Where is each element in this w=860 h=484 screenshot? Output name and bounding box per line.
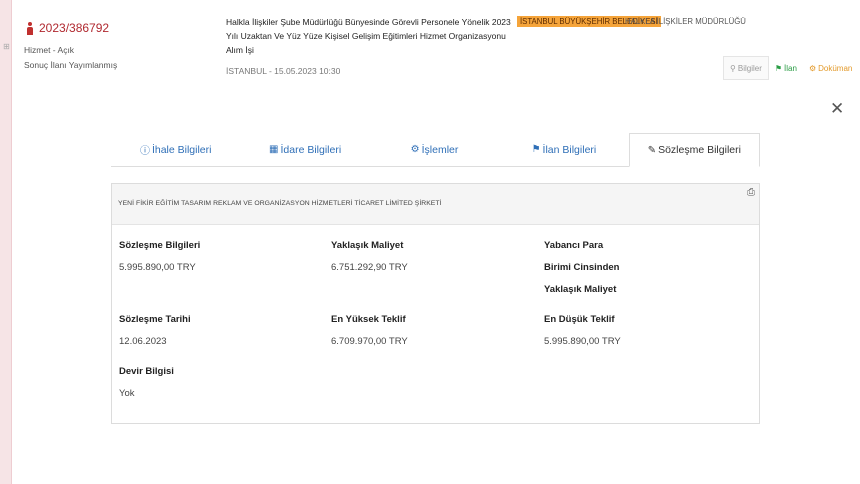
lowest-bid-value: 5.995.890,00 TRY: [544, 336, 621, 347]
tab-label: İhale Bilgileri: [151, 143, 212, 156]
info-link[interactable]: ⚲ Bilgiler: [723, 56, 769, 80]
transfer-label: Devir Bilgisi: [119, 366, 174, 377]
contract-info-value: 5.995.890,00 TRY: [119, 262, 196, 273]
bullhorn-icon: ⚑: [531, 144, 541, 155]
tender-type: Hizmet - Açık: [24, 45, 75, 55]
tab-label: İlan Bilgileri: [542, 143, 597, 156]
institution-department: HALKLA İLİŞKİLER MÜDÜRLÜĞÜ: [625, 17, 746, 26]
foreign-currency-label-3: Yaklaşık Maliyet: [544, 284, 617, 295]
close-icon[interactable]: ✕: [830, 99, 844, 119]
foreign-currency-label-1: Yabancı Para: [544, 240, 604, 251]
contract-date-value: 12.06.2023: [119, 336, 167, 347]
edit-icon: ✎: [647, 144, 657, 156]
tab-label: İşlemler: [421, 143, 459, 156]
approx-cost-value: 6.751.292,90 TRY: [331, 262, 408, 273]
contract-info-label: Sözleşme Bilgileri: [119, 240, 201, 251]
tender-number-text: 2023/386792: [39, 21, 110, 35]
tab-idare-bilgileri[interactable]: ▦ İdare Bilgileri: [240, 133, 369, 166]
info-link-label: Bilgiler: [737, 63, 762, 73]
lowest-bid-label: En Düşük Teklif: [544, 314, 615, 325]
person-icon: [26, 21, 34, 35]
tab-ilan-bilgileri[interactable]: ⚑ İlan Bilgileri: [499, 133, 628, 166]
printer-icon[interactable]: ⎙: [747, 187, 755, 198]
highest-bid-value: 6.709.970,00 TRY: [331, 336, 408, 347]
contract-panel: YENİ FİKİR EĞİTİM TASARIM REKLAM VE ORGA…: [111, 183, 760, 424]
detail-tabs: ⓘ İhale Bilgileri ▦ İdare Bilgileri ⚙ İş…: [111, 133, 761, 167]
bullhorn-icon: ⚑: [774, 63, 783, 73]
top-links: ⚲ Bilgiler ⚑ İlan ⚙ Doküman: [723, 56, 858, 80]
tender-title: Halkla İlişkiler Şube Müdürlüğü Bünyesin…: [226, 17, 511, 55]
contract-date-label: Sözleşme Tarihi: [119, 314, 191, 325]
tab-sozlesme-bilgileri[interactable]: ✎ Sözleşme Bilgileri: [628, 133, 761, 167]
contractor-name: YENİ FİKİR EĞİTİM TASARIM REKLAM VE ORGA…: [118, 200, 442, 207]
tab-islemler[interactable]: ⚙ İşlemler: [370, 133, 499, 166]
highest-bid-label: En Yüksek Teklif: [331, 314, 406, 325]
document-link-label: Doküman: [818, 63, 853, 73]
building-icon: ▦: [269, 144, 279, 155]
search-icon: ⚲: [730, 63, 736, 73]
document-link[interactable]: ⚙ Doküman: [803, 56, 858, 80]
transfer-value: Yok: [119, 388, 135, 399]
document-icon: ⚙: [808, 63, 817, 73]
announcement-link[interactable]: ⚑ İlan: [769, 56, 803, 80]
tab-label: Sözleşme Bilgileri: [658, 144, 741, 156]
foreign-currency-label-2: Birimi Cinsinden: [544, 262, 620, 273]
cogs-icon: ⚙: [410, 144, 420, 155]
tender-status: Sonuç İlanı Yayımlanmış: [24, 60, 118, 70]
contract-panel-header: YENİ FİKİR EĞİTİM TASARIM REKLAM VE ORGA…: [112, 184, 759, 225]
expand-handle-icon[interactable]: ⊞: [3, 42, 10, 51]
info-icon: ⓘ: [139, 146, 150, 157]
tab-label: İdare Bilgileri: [280, 143, 342, 156]
place-date: İSTANBUL - 15.05.2023 10:30: [226, 66, 341, 76]
left-status-strip: ⊞: [0, 0, 12, 484]
tab-ihale-bilgileri[interactable]: ⓘ İhale Bilgileri: [111, 133, 240, 166]
approx-cost-label: Yaklaşık Maliyet: [331, 240, 404, 251]
announcement-link-label: İlan: [784, 63, 797, 73]
tender-number: 2023/386792: [26, 21, 109, 35]
